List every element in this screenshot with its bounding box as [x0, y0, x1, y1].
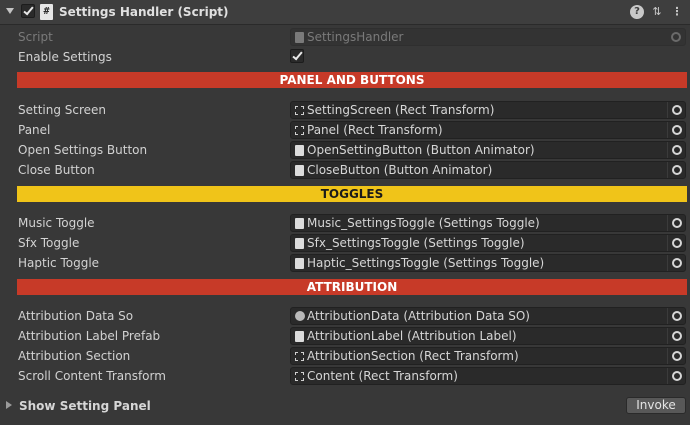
- scroll-content-transform-field[interactable]: Content (Rect Transform): [290, 367, 686, 385]
- attribution-section-row: Attribution Section AttributionSection (…: [0, 346, 690, 366]
- panel-field[interactable]: Panel (Rect Transform): [290, 121, 686, 139]
- setting-screen-field[interactable]: SettingScreen (Rect Transform): [290, 101, 686, 119]
- script-icon: [295, 258, 304, 269]
- script-icon: [295, 145, 304, 156]
- attribution-data-so-field[interactable]: AttributionData (Attribution Data SO): [290, 307, 686, 325]
- close-button-row: Close Button CloseButton (Button Animato…: [0, 160, 690, 180]
- open-settings-button-field[interactable]: OpenSettingButton (Button Animator): [290, 141, 686, 159]
- field-label: Attribution Data So: [18, 309, 134, 323]
- music-toggle-field[interactable]: Music_SettingsToggle (Settings Toggle): [290, 214, 686, 232]
- attribution-data-so-row: Attribution Data So AttributionData (Att…: [0, 306, 690, 326]
- panel-and-buttons-header: PANEL AND BUTTONS: [17, 72, 687, 88]
- field-value: Sfx_SettingsToggle (Settings Toggle): [307, 236, 525, 250]
- show-setting-panel-row: Show Setting Panel Invoke: [0, 397, 690, 417]
- object-picker-icon[interactable]: [667, 122, 685, 138]
- component-header: # Settings Handler (Script) ? ⇅ ⋮: [0, 0, 690, 25]
- sfx-toggle-row: Sfx Toggle Sfx_SettingsToggle (Settings …: [0, 233, 690, 253]
- object-picker-icon[interactable]: [667, 235, 685, 251]
- attribution-label-prefab-row: Attribution Label Prefab AttributionLabe…: [0, 326, 690, 346]
- object-picker-icon[interactable]: [667, 102, 685, 118]
- invoke-button[interactable]: Invoke: [626, 397, 686, 414]
- script-icon: [295, 238, 304, 249]
- field-value: Content (Rect Transform): [307, 369, 458, 383]
- script-field: SettingsHandler: [290, 28, 686, 46]
- sfx-toggle-field[interactable]: Sfx_SettingsToggle (Settings Toggle): [290, 234, 686, 252]
- rect-transform-icon: [295, 352, 304, 361]
- object-picker-icon: [667, 29, 685, 45]
- component-title: Settings Handler (Script): [59, 5, 229, 19]
- foldout-collapsed-icon[interactable]: [6, 401, 12, 409]
- haptic-toggle-row: Haptic Toggle Haptic_SettingsToggle (Set…: [0, 253, 690, 273]
- close-button-field[interactable]: CloseButton (Button Animator): [290, 161, 686, 179]
- field-value: AttributionLabel (Attribution Label): [307, 329, 517, 343]
- enable-settings-checkbox[interactable]: [290, 49, 304, 63]
- csharp-script-icon: #: [40, 4, 53, 20]
- object-picker-icon[interactable]: [667, 368, 685, 384]
- script-row: Script SettingsHandler: [0, 27, 690, 47]
- rect-transform-icon: [295, 106, 304, 115]
- field-label: Attribution Label Prefab: [18, 329, 161, 343]
- script-value: SettingsHandler: [307, 30, 404, 44]
- attribution-header: ATTRIBUTION: [17, 279, 687, 295]
- enable-settings-label: Enable Settings: [18, 50, 112, 64]
- attribution-label-prefab-field[interactable]: AttributionLabel (Attribution Label): [290, 327, 686, 345]
- scriptable-object-icon: [295, 311, 305, 321]
- object-picker-icon[interactable]: [667, 308, 685, 324]
- enable-settings-row: Enable Settings: [0, 47, 690, 67]
- field-label: Haptic Toggle: [18, 256, 100, 270]
- field-value: SettingScreen (Rect Transform): [307, 103, 495, 117]
- field-label: Setting Screen: [18, 103, 107, 117]
- script-label: Script: [18, 30, 53, 44]
- object-picker-icon[interactable]: [667, 348, 685, 364]
- panel-row: Panel Panel (Rect Transform): [0, 120, 690, 140]
- field-value: OpenSettingButton (Button Animator): [307, 143, 535, 157]
- object-picker-icon[interactable]: [667, 328, 685, 344]
- field-label: Open Settings Button: [18, 143, 148, 157]
- script-icon: [295, 331, 304, 342]
- field-value: Panel (Rect Transform): [307, 123, 443, 137]
- rect-transform-icon: [295, 126, 304, 135]
- field-label: Sfx Toggle: [18, 236, 80, 250]
- toggles-header: TOGGLES: [17, 186, 687, 202]
- show-setting-panel-label[interactable]: Show Setting Panel: [19, 399, 151, 413]
- field-value: AttributionSection (Rect Transform): [307, 349, 519, 363]
- context-menu-icon[interactable]: ⋮: [670, 5, 684, 19]
- field-label: Attribution Section: [18, 349, 131, 363]
- object-picker-icon[interactable]: [667, 162, 685, 178]
- object-picker-icon[interactable]: [667, 142, 685, 158]
- field-value: AttributionData (Attribution Data SO): [307, 309, 530, 323]
- preset-icon[interactable]: ⇅: [650, 5, 664, 19]
- haptic-toggle-field[interactable]: Haptic_SettingsToggle (Settings Toggle): [290, 254, 686, 272]
- attribution-section-field[interactable]: AttributionSection (Rect Transform): [290, 347, 686, 365]
- field-label: Music Toggle: [18, 216, 95, 230]
- field-value: CloseButton (Button Animator): [307, 163, 493, 177]
- field-value: Music_SettingsToggle (Settings Toggle): [307, 216, 540, 230]
- foldout-arrow-icon[interactable]: [6, 8, 14, 14]
- setting-screen-row: Setting Screen SettingScreen (Rect Trans…: [0, 100, 690, 120]
- help-icon[interactable]: ?: [630, 5, 644, 19]
- field-value: Haptic_SettingsToggle (Settings Toggle): [307, 256, 545, 270]
- open-settings-button-row: Open Settings Button OpenSettingButton (…: [0, 140, 690, 160]
- component-enabled-checkbox[interactable]: [21, 4, 35, 18]
- object-picker-icon[interactable]: [667, 215, 685, 231]
- script-icon: [295, 32, 304, 43]
- field-label: Scroll Content Transform: [18, 369, 166, 383]
- field-label: Panel: [18, 123, 51, 137]
- rect-transform-icon: [295, 372, 304, 381]
- object-picker-icon[interactable]: [667, 255, 685, 271]
- scroll-content-transform-row: Scroll Content Transform Content (Rect T…: [0, 366, 690, 386]
- script-icon: [295, 218, 304, 229]
- field-label: Close Button: [18, 163, 95, 177]
- music-toggle-row: Music Toggle Music_SettingsToggle (Setti…: [0, 213, 690, 233]
- script-icon: [295, 165, 304, 176]
